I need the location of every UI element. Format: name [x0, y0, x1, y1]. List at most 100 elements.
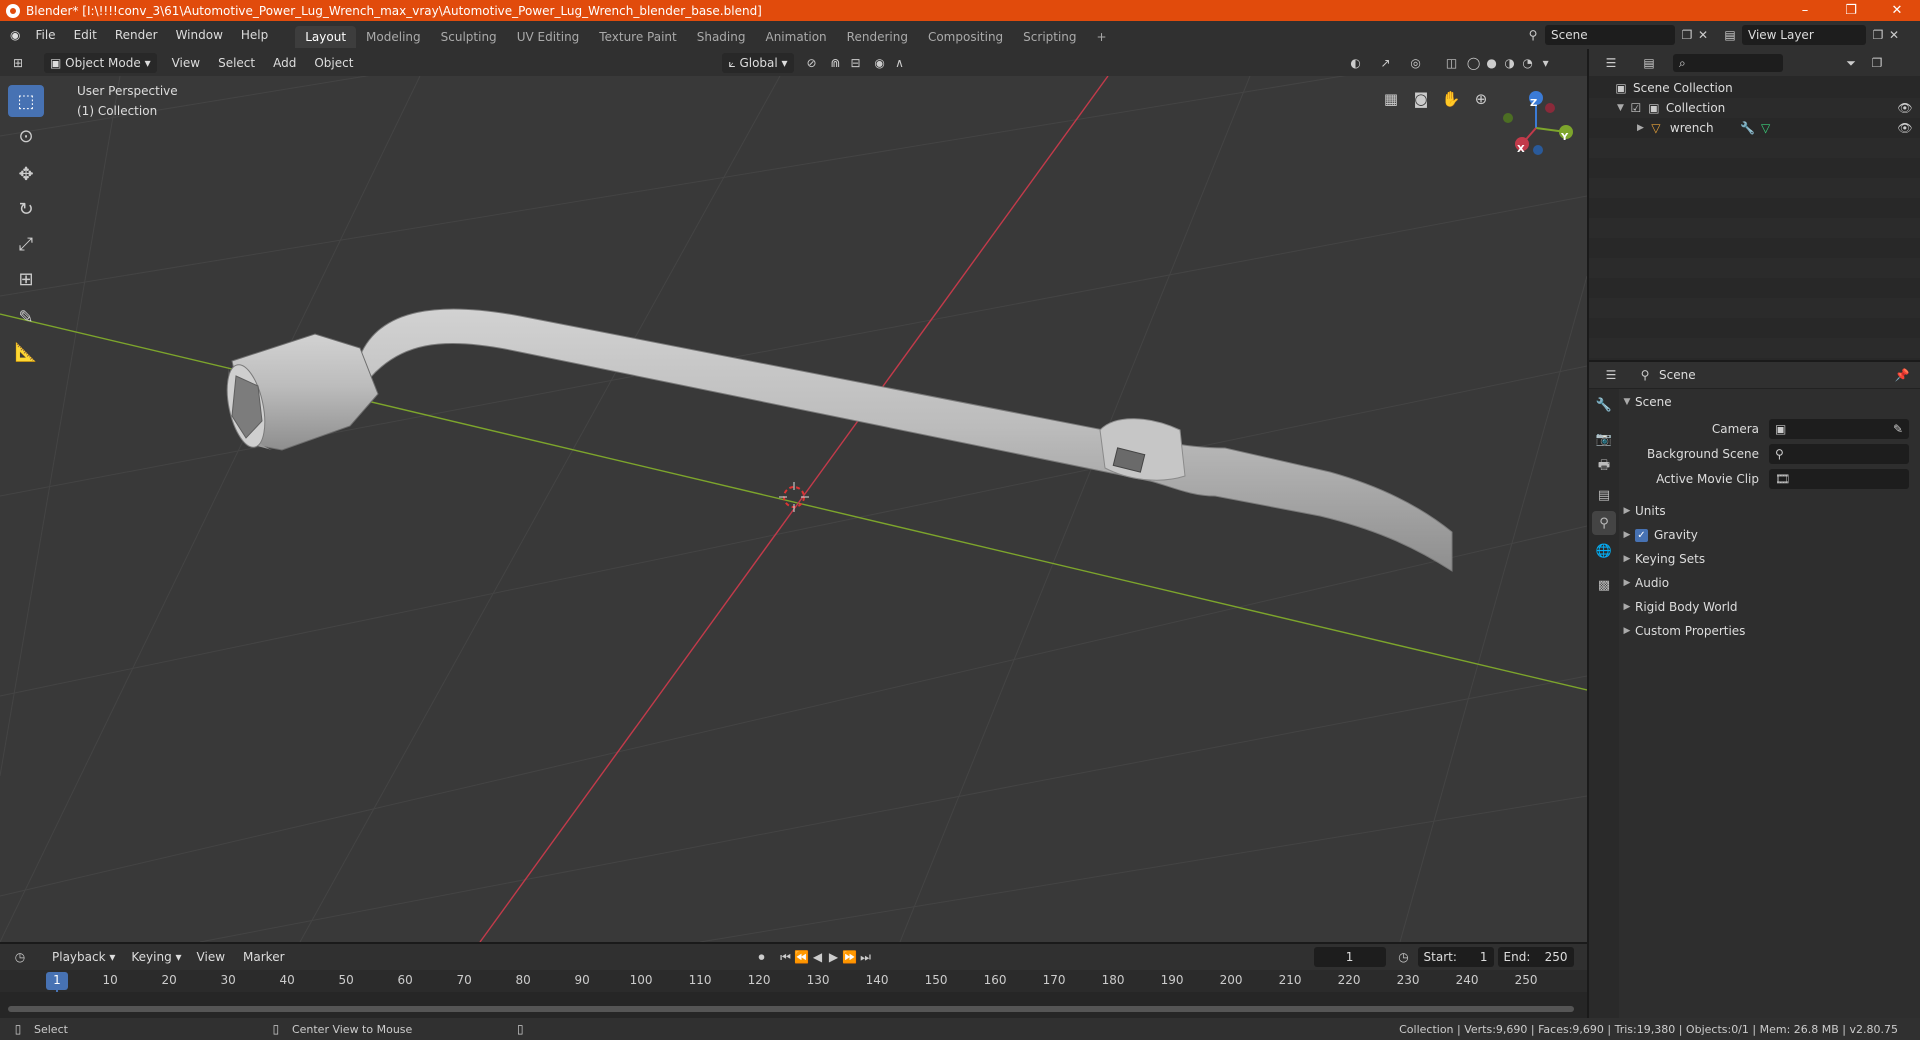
- tab-animation[interactable]: Animation: [755, 26, 836, 48]
- mesh-data-icon[interactable]: ▽: [1758, 120, 1774, 136]
- pin-icon[interactable]: 📌: [1894, 367, 1910, 383]
- tab-texture-paint[interactable]: Texture Paint: [589, 26, 686, 48]
- snap-target-icon[interactable]: ⊟: [848, 55, 864, 71]
- jump-to-keyframe-forward-icon[interactable]: ⏩: [842, 949, 858, 965]
- minimize-button[interactable]: –: [1782, 0, 1828, 21]
- jump-to-end-icon[interactable]: ⏭: [858, 949, 874, 965]
- filter-icon[interactable]: ⏷: [1843, 55, 1859, 71]
- panel-custom-properties-header[interactable]: ▶ Custom Properties: [1619, 620, 1920, 642]
- panel-gravity-header[interactable]: ▶ ✓ Gravity: [1619, 524, 1920, 546]
- current-frame-field[interactable]: 1: [1313, 947, 1386, 967]
- timeline-track[interactable]: [0, 992, 1587, 1018]
- menu-edit[interactable]: Edit: [65, 21, 106, 49]
- timeline-ruler[interactable]: 1 10 20 30 40 50 60 70 80 90 100 110 120 130 140 150 160…: [0, 970, 1587, 1018]
- modifier-wrench-icon[interactable]: 🔧: [1740, 120, 1756, 136]
- scene-selector[interactable]: Scene: [1545, 25, 1675, 45]
- scene-icon[interactable]: ⚲: [1525, 27, 1541, 43]
- timeline-view-menu[interactable]: View: [188, 943, 234, 971]
- proportional-edit-icon[interactable]: ◉: [872, 55, 888, 71]
- pivot-point-icon[interactable]: ⊘: [804, 55, 820, 71]
- scale-tool-icon[interactable]: ⤢: [8, 228, 44, 260]
- panel-units-header[interactable]: ▶ Units: [1619, 500, 1920, 522]
- texture-tab-icon[interactable]: ▩: [1592, 573, 1616, 597]
- transform-orientation-dropdown[interactable]: ⟀ Global ▾: [722, 52, 794, 73]
- maximize-button[interactable]: ❐: [1828, 0, 1874, 21]
- jump-to-start-icon[interactable]: ⏮: [778, 949, 794, 965]
- expand-arrow-icon[interactable]: ▶: [1637, 123, 1644, 133]
- tab-sculpting[interactable]: Sculpting: [431, 26, 507, 48]
- delete-scene-icon[interactable]: ✕: [1695, 27, 1711, 43]
- tab-uv-editing[interactable]: UV Editing: [507, 26, 590, 48]
- outliner-editor-type-icon[interactable]: ☰: [1603, 55, 1619, 71]
- select-box-tool-icon[interactable]: ⬚: [8, 85, 44, 117]
- outliner-search-input[interactable]: ⌕: [1673, 53, 1783, 72]
- blender-menu-icon[interactable]: ◉: [0, 21, 26, 49]
- viewport-menu-view[interactable]: View: [163, 49, 209, 77]
- menu-window[interactable]: Window: [167, 21, 232, 49]
- zoom-view-icon[interactable]: ⊕: [1468, 86, 1494, 112]
- visibility-icon[interactable]: ◐: [1348, 55, 1364, 71]
- camera-field[interactable]: ▣ ✎: [1769, 419, 1909, 439]
- toggle-camera-grid-icon[interactable]: ▦: [1378, 86, 1404, 112]
- playback-menu[interactable]: Playback ▾: [46, 947, 121, 967]
- delete-view-layer-icon[interactable]: ✕: [1886, 27, 1902, 43]
- navigation-gizmo[interactable]: [1503, 91, 1573, 155]
- measure-tool-icon[interactable]: 📐: [8, 336, 44, 368]
- output-tab-icon[interactable]: 🖶: [1592, 455, 1616, 479]
- tab-rendering[interactable]: Rendering: [837, 26, 918, 48]
- use-preview-range-icon[interactable]: ◷: [1396, 949, 1412, 965]
- gravity-checkbox[interactable]: ✓: [1635, 528, 1648, 542]
- jump-to-keyframe-back-icon[interactable]: ⏪: [794, 949, 810, 965]
- 3d-cursor-icon[interactable]: [779, 482, 809, 512]
- play-reverse-icon[interactable]: ◀: [810, 949, 826, 965]
- shading-options-icon[interactable]: ▾: [1538, 55, 1554, 71]
- tool-tab-icon[interactable]: 🔧: [1592, 393, 1616, 417]
- material-shading-icon[interactable]: ◑: [1502, 55, 1518, 71]
- viewport-menu-select[interactable]: Select: [209, 49, 264, 77]
- end-frame-field[interactable]: End: 250: [1497, 947, 1574, 967]
- camera-view-icon[interactable]: ◙: [1408, 86, 1434, 112]
- editor-type-icon[interactable]: ⊞: [10, 55, 26, 71]
- tab-shading[interactable]: Shading: [687, 26, 756, 48]
- background-scene-field[interactable]: ⚲: [1769, 444, 1909, 464]
- tab-modeling[interactable]: Modeling: [356, 26, 431, 48]
- start-frame-field[interactable]: Start: 1: [1417, 947, 1494, 967]
- overlay-toggle-icon[interactable]: ◎: [1408, 55, 1424, 71]
- mode-selector[interactable]: ▣ Object Mode ▾: [44, 52, 157, 73]
- collection-visibility-eye-icon[interactable]: 👁: [1897, 100, 1913, 116]
- tab-scripting[interactable]: Scripting: [1013, 26, 1086, 48]
- rotate-tool-icon[interactable]: ↻: [8, 193, 44, 225]
- wrench-model[interactable]: [221, 308, 1453, 572]
- render-tab-icon[interactable]: 📷: [1592, 427, 1616, 451]
- panel-rigid-body-world-header[interactable]: ▶ Rigid Body World: [1619, 596, 1920, 618]
- panel-audio-header[interactable]: ▶ Audio: [1619, 572, 1920, 594]
- eyedropper-icon[interactable]: ✎: [1893, 422, 1903, 436]
- keying-menu[interactable]: Keying ▾: [125, 947, 187, 967]
- gizmo-toggle-icon[interactable]: ↗: [1378, 55, 1394, 71]
- view-layer-icon[interactable]: ▤: [1722, 27, 1738, 43]
- new-collection-icon[interactable]: ❐: [1869, 55, 1885, 71]
- falloff-icon[interactable]: ∧: [892, 55, 908, 71]
- collection-checkbox-icon[interactable]: ☑: [1628, 100, 1644, 116]
- expand-arrow-icon[interactable]: ▼: [1617, 103, 1624, 113]
- annotate-tool-icon[interactable]: ✎: [8, 301, 44, 333]
- cursor-tool-icon[interactable]: ⊙: [8, 120, 44, 152]
- rendered-shading-icon[interactable]: ◔: [1520, 55, 1536, 71]
- panel-keying-sets-header[interactable]: ▶ Keying Sets: [1619, 548, 1920, 570]
- menu-file[interactable]: File: [26, 21, 64, 49]
- timeline-editor-type-icon[interactable]: ◷: [12, 949, 28, 965]
- view-layer-tab-icon[interactable]: ▤: [1592, 483, 1616, 507]
- menu-render[interactable]: Render: [106, 21, 167, 49]
- world-tab-icon[interactable]: 🌐: [1592, 539, 1616, 563]
- panel-scene-header[interactable]: ▼ Scene: [1619, 391, 1920, 413]
- outliner-row-collection[interactable]: ▼ ☑ ▣ Collection 👁: [1589, 98, 1920, 118]
- new-view-layer-icon[interactable]: ❐: [1870, 27, 1886, 43]
- xray-toggle-icon[interactable]: ◫: [1444, 55, 1460, 71]
- tab-compositing[interactable]: Compositing: [918, 26, 1013, 48]
- scene-tab-icon[interactable]: ⚲: [1592, 511, 1616, 535]
- tab-layout[interactable]: Layout: [295, 25, 357, 48]
- outliner-row-scene-collection[interactable]: ▣ Scene Collection: [1589, 78, 1920, 98]
- object-visibility-eye-icon[interactable]: 👁: [1897, 120, 1913, 136]
- active-movie-clip-field[interactable]: 🎞: [1769, 469, 1909, 489]
- snap-icon[interactable]: ⋒: [828, 55, 844, 71]
